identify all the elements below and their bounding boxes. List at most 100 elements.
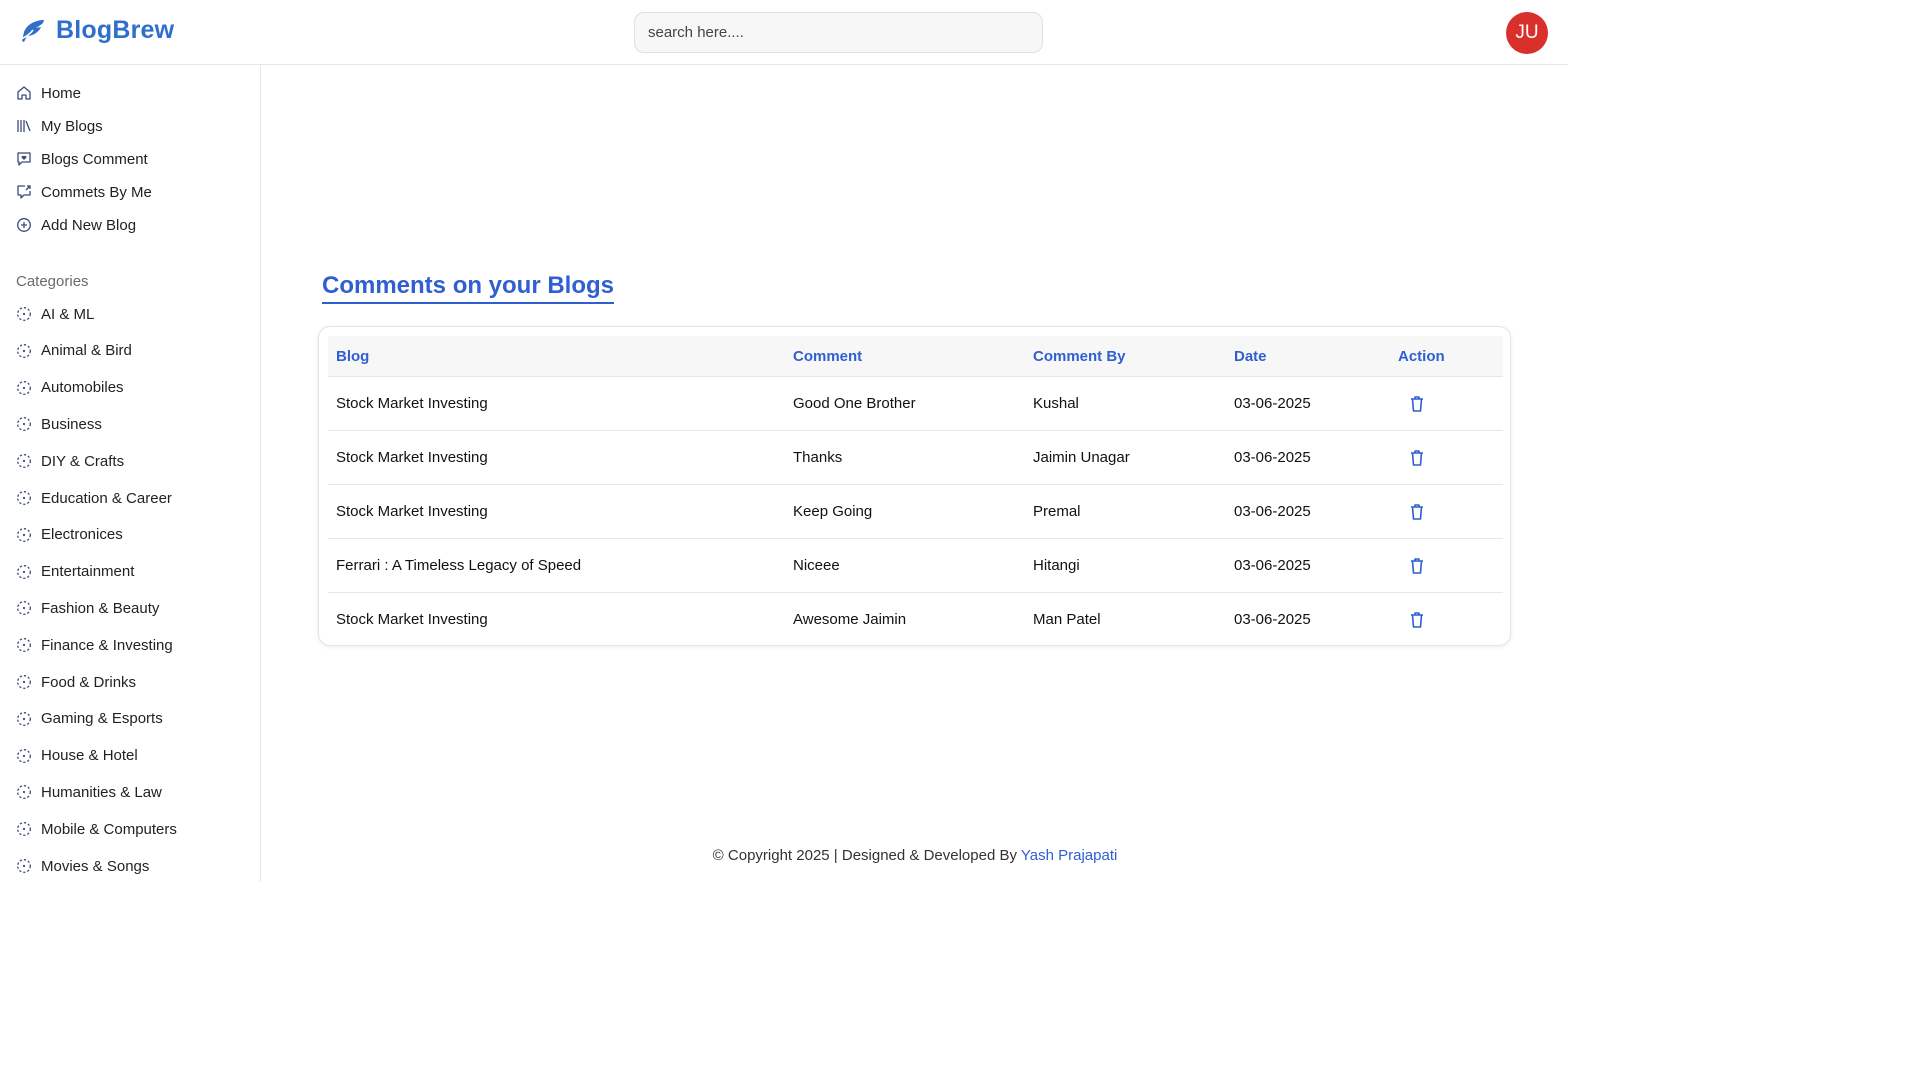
trash-icon[interactable] bbox=[1408, 502, 1426, 522]
feather-icon bbox=[20, 19, 44, 42]
category-item[interactable]: Gaming & Esports bbox=[16, 707, 163, 731]
category-icon bbox=[17, 785, 31, 800]
category-label: Animal & Bird bbox=[41, 342, 132, 360]
cell-comment-by: Hitangi bbox=[1033, 557, 1080, 574]
column-header-date: Date bbox=[1234, 348, 1267, 365]
cell-blog[interactable]: Stock Market Investing bbox=[336, 611, 488, 628]
category-label: Food & Drinks bbox=[41, 673, 137, 691]
top-header: BlogBrew JU bbox=[0, 0, 1568, 65]
cell-blog[interactable]: Stock Market Investing bbox=[336, 395, 488, 412]
category-label: Education & Career bbox=[41, 489, 172, 507]
cell-date: 03-06-2025 bbox=[1234, 557, 1311, 574]
books-icon bbox=[17, 120, 31, 132]
table-row: Stock Market Investing Keep Going Premal… bbox=[328, 485, 1503, 539]
category-icon bbox=[17, 638, 31, 653]
cell-comment: Good One Brother bbox=[793, 395, 916, 412]
category-item[interactable]: Education & Career bbox=[16, 486, 172, 510]
category-label: DIY & Crafts bbox=[41, 452, 125, 470]
brand-name: BlogBrew bbox=[56, 16, 175, 44]
category-icon bbox=[17, 822, 31, 837]
category-label: Business bbox=[41, 415, 102, 433]
sidebar-item-label: Blogs Comment bbox=[41, 150, 148, 168]
category-item[interactable]: Movies & Songs bbox=[16, 854, 149, 878]
comments-table: Blog Comment Comment By Date Action Stoc… bbox=[318, 326, 1511, 646]
category-icon bbox=[17, 491, 31, 505]
category-icon bbox=[17, 307, 31, 321]
category-item[interactable]: Automobiles bbox=[16, 376, 124, 400]
cell-comment-by: Premal bbox=[1033, 503, 1081, 520]
category-label: Gaming & Esports bbox=[41, 710, 163, 728]
brand-logo[interactable]: BlogBrew bbox=[18, 16, 174, 45]
cell-date: 03-06-2025 bbox=[1234, 611, 1311, 628]
category-label: Entertainment bbox=[41, 563, 135, 581]
category-item[interactable]: DIY & Crafts bbox=[16, 449, 124, 473]
category-item[interactable]: Electronices bbox=[16, 523, 123, 547]
category-item[interactable]: Food & Drinks bbox=[16, 670, 136, 694]
category-label: Fashion & Beauty bbox=[41, 599, 160, 617]
trash-icon[interactable] bbox=[1408, 556, 1426, 576]
trash-icon[interactable] bbox=[1408, 394, 1426, 414]
category-icon bbox=[17, 675, 31, 689]
footer-author-link[interactable]: Yash Prajapati bbox=[1021, 847, 1117, 864]
sidebar-item-blogs-comment[interactable]: Blogs Comment bbox=[16, 147, 148, 171]
category-item[interactable]: Mobile & Computers bbox=[16, 817, 177, 841]
categories-heading: Categories bbox=[16, 273, 89, 290]
page-title: Comments on your Blogs bbox=[322, 272, 615, 304]
category-label: House & Hotel bbox=[41, 747, 138, 765]
category-item[interactable]: Animal & Bird bbox=[16, 339, 132, 363]
cell-blog[interactable]: Ferrari : A Timeless Legacy of Speed bbox=[336, 557, 581, 574]
cell-comment: Thanks bbox=[793, 449, 843, 466]
column-header-action: Action bbox=[1398, 348, 1445, 365]
comment-heart-icon bbox=[17, 152, 31, 166]
column-header-comment: Comment bbox=[793, 348, 863, 365]
category-item[interactable]: Finance & Investing bbox=[16, 633, 173, 657]
category-icon bbox=[17, 859, 31, 873]
category-item[interactable]: House & Hotel bbox=[16, 744, 138, 768]
search-input[interactable] bbox=[634, 12, 1043, 53]
cell-blog[interactable]: Stock Market Investing bbox=[336, 449, 488, 466]
category-icon bbox=[17, 601, 31, 616]
cell-blog[interactable]: Stock Market Investing bbox=[336, 503, 488, 520]
category-icon bbox=[17, 380, 31, 395]
sidebar-item-my-blogs[interactable]: My Blogs bbox=[16, 114, 103, 138]
category-label: Finance & Investing bbox=[41, 636, 173, 654]
home-icon bbox=[17, 86, 31, 100]
cell-comment: Keep Going bbox=[793, 503, 873, 520]
sidebar-item-add-new-blog[interactable]: Add New Blog bbox=[16, 213, 136, 237]
sidebar-item-label: Add New Blog bbox=[41, 216, 137, 234]
column-header-comment-by: Comment By bbox=[1033, 348, 1126, 365]
category-label: Movies & Songs bbox=[41, 857, 150, 875]
sidebar-item-home[interactable]: Home bbox=[16, 81, 81, 105]
trash-icon[interactable] bbox=[1408, 610, 1426, 630]
category-label: Humanities & Law bbox=[41, 783, 162, 801]
cell-comment: Awesome Jaimin bbox=[793, 611, 907, 628]
sidebar-item-comments-by-me[interactable]: Commets By Me bbox=[16, 180, 152, 204]
table-row: Stock Market Investing Awesome Jaimin Ma… bbox=[328, 593, 1503, 647]
category-item[interactable]: Entertainment bbox=[16, 560, 134, 584]
plus-circle-icon bbox=[17, 218, 31, 232]
cell-date: 03-06-2025 bbox=[1234, 395, 1311, 412]
category-item[interactable]: Business bbox=[16, 412, 102, 436]
category-label: Electronices bbox=[41, 526, 123, 544]
footer: © Copyright 2025 | Designed & Developed … bbox=[262, 847, 1568, 864]
category-icon bbox=[17, 564, 31, 579]
category-item[interactable]: AI & ML bbox=[16, 302, 94, 326]
category-label: Automobiles bbox=[41, 379, 124, 397]
user-avatar[interactable]: JU bbox=[1506, 12, 1548, 54]
cell-date: 03-06-2025 bbox=[1234, 449, 1311, 466]
column-header-blog: Blog bbox=[336, 348, 370, 365]
category-icon bbox=[17, 711, 31, 726]
category-label: AI & ML bbox=[41, 305, 95, 323]
category-item[interactable]: Fashion & Beauty bbox=[16, 596, 159, 620]
category-label: Mobile & Computers bbox=[41, 820, 177, 838]
footer-copyright: © Copyright 2025 | Designed & Developed … bbox=[712, 847, 1017, 864]
category-icon bbox=[17, 454, 31, 469]
category-item[interactable]: Humanities & Law bbox=[16, 780, 162, 804]
trash-icon[interactable] bbox=[1408, 448, 1426, 468]
category-icon bbox=[17, 417, 31, 432]
cell-comment-by: Jaimin Unagar bbox=[1033, 449, 1130, 466]
category-icon bbox=[17, 527, 31, 542]
category-icon bbox=[17, 343, 31, 358]
table-row: Stock Market Investing Thanks Jaimin Una… bbox=[328, 431, 1503, 485]
sidebar: Home My Blogs Blogs Comment Commets By M… bbox=[0, 65, 261, 882]
